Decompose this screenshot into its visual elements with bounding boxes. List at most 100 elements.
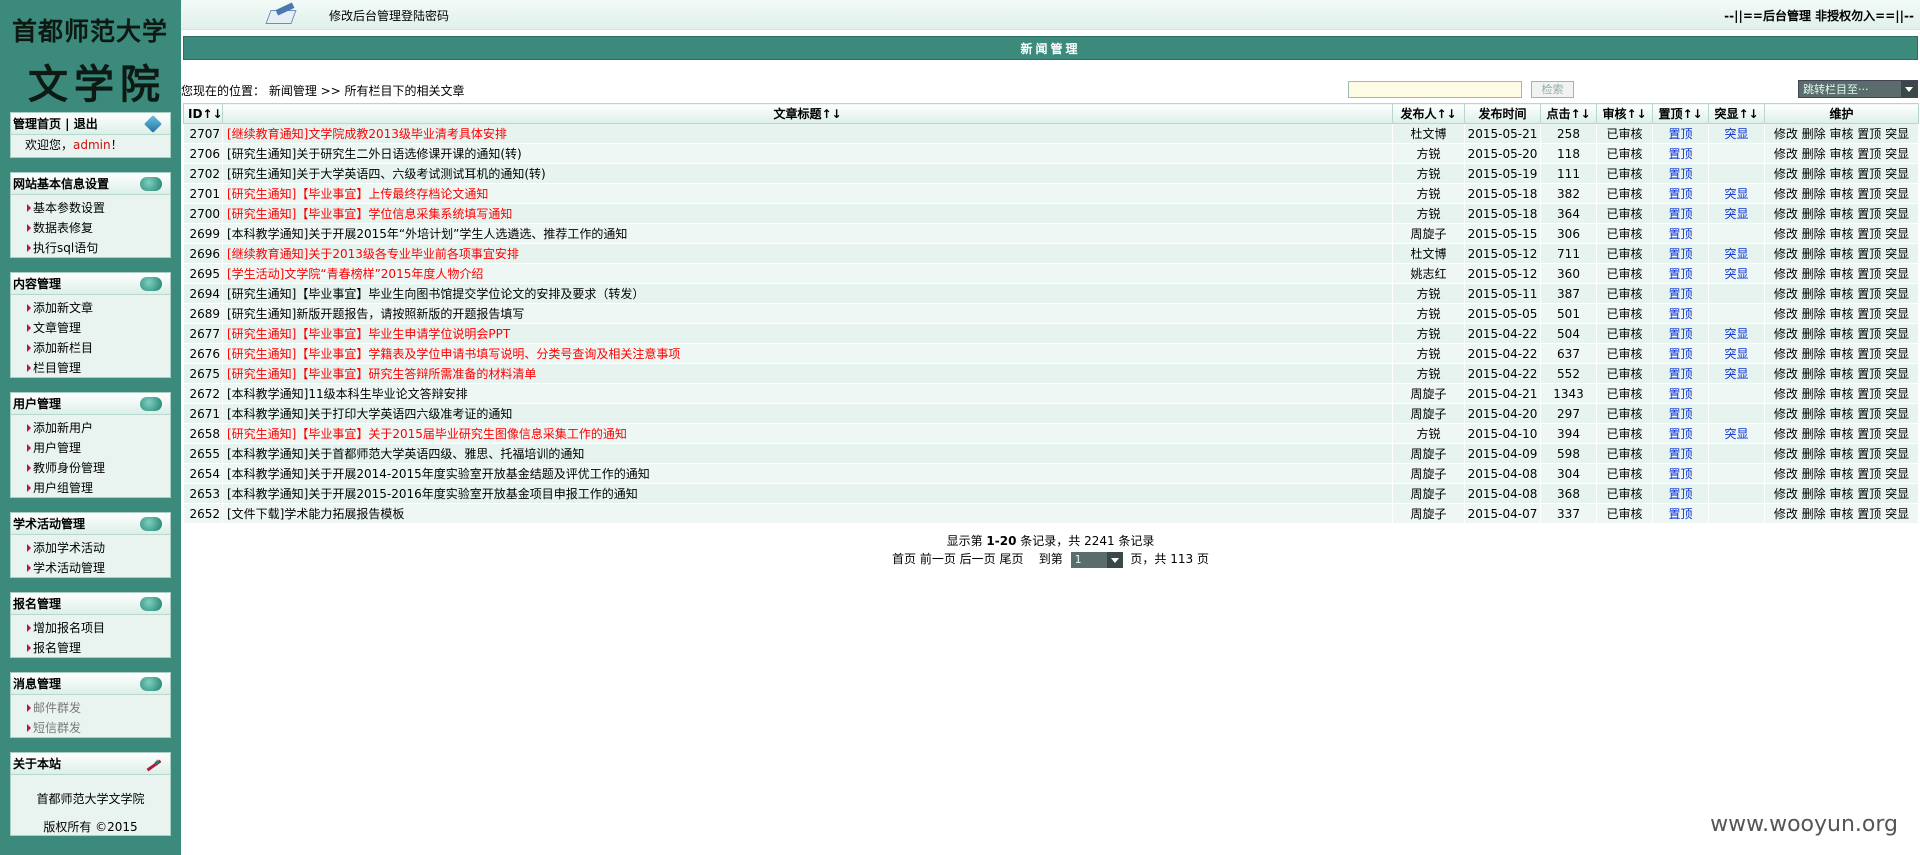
menu-add-academic[interactable]: 添加学术活动	[27, 538, 170, 558]
row-top-link[interactable]: 置顶	[1652, 223, 1709, 244]
row-title[interactable]: [研究生通知]【毕业事宜】上传最终存档论文通知	[222, 183, 1393, 204]
row-ops[interactable]: 修改 删除 审核 置顶 突显	[1764, 423, 1919, 444]
row-title[interactable]: [研究生通知]【毕业事宜】关于2015届毕业研究生图像信息采集工作的通知	[222, 423, 1393, 444]
row-highlight-link[interactable]	[1708, 223, 1765, 244]
row-ops[interactable]: 修改 删除 审核 置顶 突显	[1764, 243, 1919, 264]
row-ops[interactable]: 修改 删除 审核 置顶 突显	[1764, 143, 1919, 164]
row-highlight-link[interactable]	[1708, 143, 1765, 164]
row-top-link[interactable]: 置顶	[1652, 403, 1709, 424]
row-highlight-link[interactable]: 突显	[1708, 343, 1765, 364]
row-top-link[interactable]: 置顶	[1652, 203, 1709, 224]
row-highlight-link[interactable]: 突显	[1708, 423, 1765, 444]
pager-nav-links[interactable]: 首页 前一页 后一页 尾页	[892, 552, 1023, 566]
row-top-link[interactable]: 置顶	[1652, 283, 1709, 304]
row-top-link[interactable]: 置顶	[1652, 263, 1709, 284]
row-title[interactable]: [继续教育通知]关于2013级各专业毕业前各项事宜安排	[222, 243, 1393, 264]
row-ops[interactable]: 修改 删除 审核 置顶 突显	[1764, 363, 1919, 384]
col-author-header[interactable]: 发布人↑↓	[1392, 103, 1465, 124]
row-ops[interactable]: 修改 删除 审核 置顶 突显	[1764, 323, 1919, 344]
row-title[interactable]: [研究生通知]关于大学英语四、六级考试测试耳机的通知(转)	[222, 163, 1393, 184]
row-top-link[interactable]: 置顶	[1652, 423, 1709, 444]
menu-exec-sql[interactable]: 执行sql语句	[27, 238, 170, 258]
row-ops[interactable]: 修改 删除 审核 置顶 突显	[1764, 183, 1919, 204]
row-ops[interactable]: 修改 删除 审核 置顶 突显	[1764, 163, 1919, 184]
col-audit-header[interactable]: 审核↑↓	[1596, 103, 1653, 124]
row-title[interactable]: [研究生通知]新版开题报告，请按照新版的开题报告填写	[222, 303, 1393, 324]
row-top-link[interactable]: 置顶	[1652, 503, 1709, 524]
col-title-header[interactable]: 文章标题↑↓	[222, 103, 1393, 124]
row-highlight-link[interactable]	[1708, 303, 1765, 324]
row-ops[interactable]: 修改 删除 审核 置顶 突显	[1764, 263, 1919, 284]
row-ops[interactable]: 修改 删除 审核 置顶 突显	[1764, 503, 1919, 524]
row-top-link[interactable]: 置顶	[1652, 143, 1709, 164]
row-highlight-link[interactable]	[1708, 463, 1765, 484]
row-title[interactable]: [研究生通知]【毕业事宜】毕业生申请学位说明会PPT	[222, 323, 1393, 344]
row-highlight-link[interactable]: 突显	[1708, 363, 1765, 384]
row-highlight-link[interactable]	[1708, 383, 1765, 404]
row-title[interactable]: [本科教学通知]关于开展2015年“外培计划”学生人选遴选、推荐工作的通知	[222, 223, 1393, 244]
row-top-link[interactable]: 置顶	[1652, 163, 1709, 184]
row-ops[interactable]: 修改 删除 审核 置顶 突显	[1764, 343, 1919, 364]
row-title[interactable]: [研究生通知]【毕业事宜】学位信息采集系统填写通知	[222, 203, 1393, 224]
row-ops[interactable]: 修改 删除 审核 置顶 突显	[1764, 443, 1919, 464]
row-highlight-link[interactable]	[1708, 403, 1765, 424]
row-top-link[interactable]: 置顶	[1652, 363, 1709, 384]
admin-home-logout[interactable]: 管理首页 | 退出	[13, 117, 98, 131]
search-input[interactable]	[1348, 81, 1522, 98]
menu-column-manage[interactable]: 栏目管理	[27, 358, 170, 378]
row-ops[interactable]: 修改 删除 审核 置顶 突显	[1764, 283, 1919, 304]
menu-add-article[interactable]: 添加新文章	[27, 298, 170, 318]
menu-mass-sms[interactable]: 短信群发	[27, 718, 170, 738]
row-title[interactable]: [本科教学通知]关于开展2015-2016年度实验室开放基金项目申报工作的通知	[222, 483, 1393, 504]
menu-academic-manage[interactable]: 学术活动管理	[27, 558, 170, 578]
row-top-link[interactable]: 置顶	[1652, 343, 1709, 364]
jump-column-select[interactable]: 跳转栏目至···	[1798, 80, 1918, 98]
row-title[interactable]: [文件下载]学术能力拓展报告模板	[222, 503, 1393, 524]
menu-table-repair[interactable]: 数据表修复	[27, 218, 170, 238]
row-top-link[interactable]: 置顶	[1652, 183, 1709, 204]
row-top-link[interactable]: 置顶	[1652, 323, 1709, 344]
page-select[interactable]: 1	[1070, 551, 1123, 568]
row-highlight-link[interactable]: 突显	[1708, 263, 1765, 284]
row-title[interactable]: [本科教学通知]关于打印大学英语四六级准考证的通知	[222, 403, 1393, 424]
row-highlight-link[interactable]	[1708, 503, 1765, 524]
row-ops[interactable]: 修改 删除 审核 置顶 突显	[1764, 383, 1919, 404]
row-title[interactable]: [本科教学通知]11级本科生毕业论文答辩安排	[222, 383, 1393, 404]
col-top-header[interactable]: 置顶↑↓	[1652, 103, 1709, 124]
row-ops[interactable]: 修改 删除 审核 置顶 突显	[1764, 123, 1919, 144]
row-highlight-link[interactable]	[1708, 163, 1765, 184]
row-top-link[interactable]: 置顶	[1652, 123, 1709, 144]
panel-admin-head[interactable]: 管理首页 | 退出	[11, 113, 170, 135]
col-id-header[interactable]: ID↑↓	[183, 103, 223, 124]
menu-mass-email[interactable]: 邮件群发	[27, 698, 170, 718]
row-ops[interactable]: 修改 删除 审核 置顶 突显	[1764, 203, 1919, 224]
row-highlight-link[interactable]	[1708, 483, 1765, 504]
row-title[interactable]: [研究生通知]【毕业事宜】学籍表及学位申请书填写说明、分类号查询及相关注意事项	[222, 343, 1393, 364]
row-title[interactable]: [研究生通知]【毕业事宜】毕业生向图书馆提交学位论文的安排及要求（转发）	[222, 283, 1393, 304]
menu-add-column[interactable]: 添加新栏目	[27, 338, 170, 358]
row-highlight-link[interactable]	[1708, 283, 1765, 304]
row-highlight-link[interactable]: 突显	[1708, 243, 1765, 264]
row-ops[interactable]: 修改 删除 审核 置顶 突显	[1764, 223, 1919, 244]
col-highlight-header[interactable]: 突显↑↓	[1708, 103, 1765, 124]
row-top-link[interactable]: 置顶	[1652, 483, 1709, 504]
row-title[interactable]: [本科教学通知]关于开展2014-2015年度实验室开放基金结题及评优工作的通知	[222, 463, 1393, 484]
row-highlight-link[interactable]: 突显	[1708, 323, 1765, 344]
row-top-link[interactable]: 置顶	[1652, 463, 1709, 484]
menu-add-user[interactable]: 添加新用户	[27, 418, 170, 438]
menu-article-manage[interactable]: 文章管理	[27, 318, 170, 338]
change-password-link[interactable]: 修改后台管理登陆密码	[329, 7, 449, 24]
row-top-link[interactable]: 置顶	[1652, 303, 1709, 324]
row-ops[interactable]: 修改 删除 审核 置顶 突显	[1764, 303, 1919, 324]
menu-signup-manage[interactable]: 报名管理	[27, 638, 170, 658]
search-button[interactable]: 检索	[1531, 81, 1574, 98]
row-ops[interactable]: 修改 删除 审核 置顶 突显	[1764, 483, 1919, 504]
menu-add-signup[interactable]: 增加报名项目	[27, 618, 170, 638]
row-highlight-link[interactable]: 突显	[1708, 203, 1765, 224]
menu-basic-params[interactable]: 基本参数设置	[27, 198, 170, 218]
row-highlight-link[interactable]	[1708, 443, 1765, 464]
row-title[interactable]: [本科教学通知]关于首都师范大学英语四级、雅思、托福培训的通知	[222, 443, 1393, 464]
row-top-link[interactable]: 置顶	[1652, 243, 1709, 264]
menu-teacher-manage[interactable]: 教师身份管理	[27, 458, 170, 478]
row-highlight-link[interactable]: 突显	[1708, 123, 1765, 144]
